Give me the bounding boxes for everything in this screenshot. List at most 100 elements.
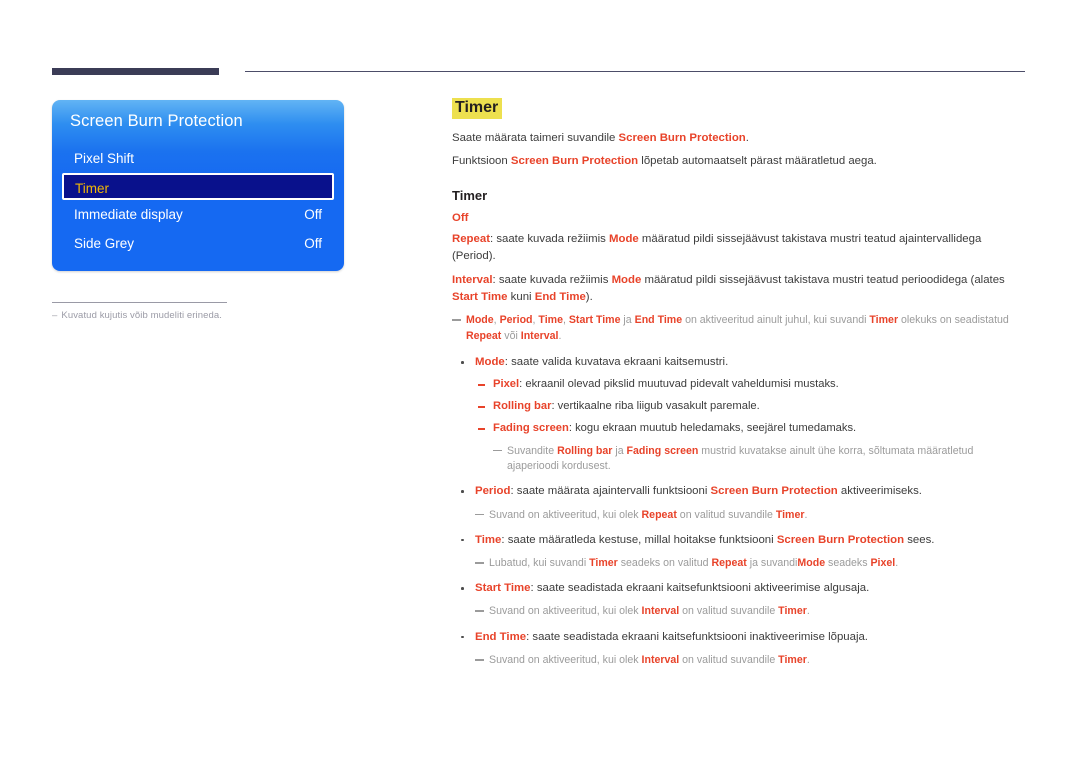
- text-fragment: on aktiveeritud ainult juhul, kui suvand…: [682, 314, 870, 327]
- text-fragment: .: [745, 132, 749, 145]
- footnote-text: Kuvatud kujutis võib mudeliti erineda.: [61, 310, 223, 321]
- text-fragment: : kogu ekraan muutub heledamaks, seejäre…: [568, 421, 857, 434]
- term-repeat: Repeat: [641, 508, 677, 521]
- osd-item-immediate-display[interactable]: Immediate display Off: [52, 200, 344, 229]
- term-screen-burn-protection: Screen Burn Protection: [618, 132, 746, 145]
- osd-item-pixel-shift[interactable]: Pixel Shift: [52, 144, 344, 173]
- text-fragment: seadeks on valitud: [617, 557, 712, 569]
- text-fragment: Suvand on aktiveeritud, kui olek: [489, 653, 642, 666]
- osd-panel-title: Screen Burn Protection: [70, 112, 243, 130]
- term-period: Period: [475, 485, 511, 498]
- text-fragment: : ekraanil olevad pikslid muutuvad pidev…: [519, 378, 839, 391]
- section-heading-timer: Timer: [452, 188, 488, 204]
- text-fragment: sees.: [904, 533, 935, 546]
- text-fragment: .: [806, 605, 810, 618]
- term-fading-screen: Fading screen: [626, 444, 699, 457]
- header-rule: [245, 71, 1025, 72]
- term-repeat: Repeat: [711, 557, 747, 569]
- intro-paragraph-1: Saate määrata taimeri suvandile Screen B…: [452, 130, 1028, 147]
- term-start-time: Start Time: [452, 291, 508, 304]
- osd-item-label: Immediate display: [74, 207, 183, 222]
- text-fragment: ).: [585, 291, 593, 304]
- subbullet-fading-screen: Fading screen: kogu ekraan muutub heleda…: [452, 420, 1028, 437]
- term-timer: Timer: [778, 653, 807, 666]
- term-time: Time: [475, 533, 502, 546]
- term-timer: Timer: [778, 605, 807, 618]
- text-fragment: on valitud suvandile: [679, 605, 779, 618]
- text-fragment: Suvand on aktiveeritud, kui olek: [489, 508, 642, 521]
- text-fragment: kuni: [507, 291, 535, 304]
- term-screen-burn-protection: Screen Burn Protection: [710, 485, 838, 498]
- text-fragment: Funktsioon: [452, 154, 511, 167]
- text-fragment: Suvandite: [507, 444, 558, 457]
- osd-item-label: Pixel Shift: [74, 151, 135, 166]
- osd-item-label: Timer: [75, 181, 109, 196]
- term-mode: Mode: [611, 274, 642, 287]
- note-period-condition: Suvand on aktiveeritud, kui olek Repeat …: [475, 508, 1028, 523]
- note-end-time-condition: Suvand on aktiveeritud, kui olek Interva…: [475, 653, 1028, 668]
- text-fragment: Saate määrata taimeri suvandile: [452, 132, 619, 145]
- term-timer: Timer: [869, 314, 899, 327]
- model-footnote: – Kuvatud kujutis võib mudeliti erineda.: [52, 310, 344, 321]
- subbullet-rolling-bar: Rolling bar: vertikaalne riba liigub vas…: [452, 398, 1028, 415]
- term-mode: Mode: [609, 233, 639, 246]
- term-rolling-bar: Rolling bar: [557, 444, 613, 457]
- text-fragment: on valitud suvandile: [679, 653, 779, 666]
- term-interval: Interval: [641, 605, 680, 618]
- text-fragment: aktiveerimiseks.: [837, 485, 922, 498]
- text-fragment: : saate seadistada ekraani kaitsefunktsi…: [530, 582, 870, 595]
- term-interval: Interval: [520, 329, 559, 342]
- term-pixel: Pixel: [870, 557, 896, 569]
- bullet-period: Period: saate määrata ajaintervalli funk…: [452, 483, 1028, 500]
- definition-interval: Interval: saate kuvada režiimis Mode mää…: [452, 272, 1028, 306]
- text-fragment: .: [804, 508, 808, 521]
- note-start-time-condition: Suvand on aktiveeritud, kui olek Interva…: [475, 604, 1028, 619]
- text-fragment: : saate kuvada režiimis: [489, 233, 610, 246]
- term-time: Time: [538, 314, 563, 327]
- text-fragment: Suvand on aktiveeritud, kui olek: [489, 605, 642, 618]
- text-fragment: : saate määrata ajaintervalli funktsioon…: [510, 485, 711, 498]
- term-interval: Interval: [641, 653, 680, 666]
- text-fragment: on valitud suvandile: [676, 508, 776, 521]
- note-mode-patterns: Suvandite Rolling bar ja Fading screen m…: [493, 444, 1028, 475]
- osd-item-label: Side Grey: [74, 236, 135, 251]
- text-fragment: .: [895, 557, 899, 569]
- subbullet-pixel: Pixel: ekraanil olevad pikslid muutuvad …: [452, 376, 1028, 393]
- term-start-time: Start Time: [568, 314, 621, 327]
- option-off: Off: [452, 212, 469, 225]
- text-fragment: : saate määratleda kestuse, millal hoita…: [501, 533, 777, 546]
- text-fragment: ja suvandi: [746, 557, 798, 569]
- text-fragment: või: [501, 329, 521, 342]
- term-end-time: End Time: [534, 291, 586, 304]
- footnote-dash: –: [52, 310, 58, 321]
- term-end-time: End Time: [634, 314, 683, 327]
- bullet-start-time: Start Time: saate seadistada ekraani kai…: [452, 580, 1028, 597]
- osd-item-side-grey[interactable]: Side Grey Off: [52, 229, 344, 258]
- header-accent-bar: [52, 68, 219, 75]
- text-fragment: ja: [620, 314, 635, 327]
- definition-repeat: Repeat: saate kuvada režiimis Mode määra…: [452, 231, 1028, 265]
- text-fragment: lõpetab automaatselt pärast määratletud …: [638, 154, 877, 167]
- term-start-time: Start Time: [475, 582, 531, 595]
- term-fading-screen: Fading screen: [493, 421, 569, 434]
- text-fragment: seadeks: [825, 557, 871, 569]
- manual-page: Screen Burn Protection Pixel Shift Timer…: [0, 0, 1080, 763]
- term-repeat: Repeat: [452, 233, 490, 246]
- term-repeat: Repeat: [466, 329, 502, 342]
- osd-illustration-column: Screen Burn Protection Pixel Shift Timer…: [52, 100, 344, 321]
- text-fragment: : vertikaalne riba liigub vasakult parem…: [551, 400, 760, 413]
- intro-paragraph-2: Funktsioon Screen Burn Protection lõpeta…: [452, 153, 1028, 170]
- term-mode: Mode: [797, 557, 826, 569]
- text-fragment: : saate kuvada režiimis: [492, 274, 612, 287]
- term-pixel: Pixel: [493, 378, 520, 391]
- bullet-time: Time: saate määratleda kestuse, millal h…: [452, 532, 1028, 549]
- osd-item-value: Off: [304, 207, 322, 222]
- osd-item-value: Off: [304, 236, 322, 251]
- term-interval: Interval: [452, 274, 493, 287]
- osd-item-timer[interactable]: Timer: [62, 173, 334, 200]
- option-bullet-list: Mode: saate valida kuvatava ekraani kait…: [452, 354, 1028, 668]
- text-fragment: olekuks on seadistatud: [898, 314, 1009, 327]
- page-title: Timer: [452, 98, 503, 120]
- footnote-divider: [52, 302, 227, 303]
- term-screen-burn-protection: Screen Burn Protection: [510, 154, 639, 167]
